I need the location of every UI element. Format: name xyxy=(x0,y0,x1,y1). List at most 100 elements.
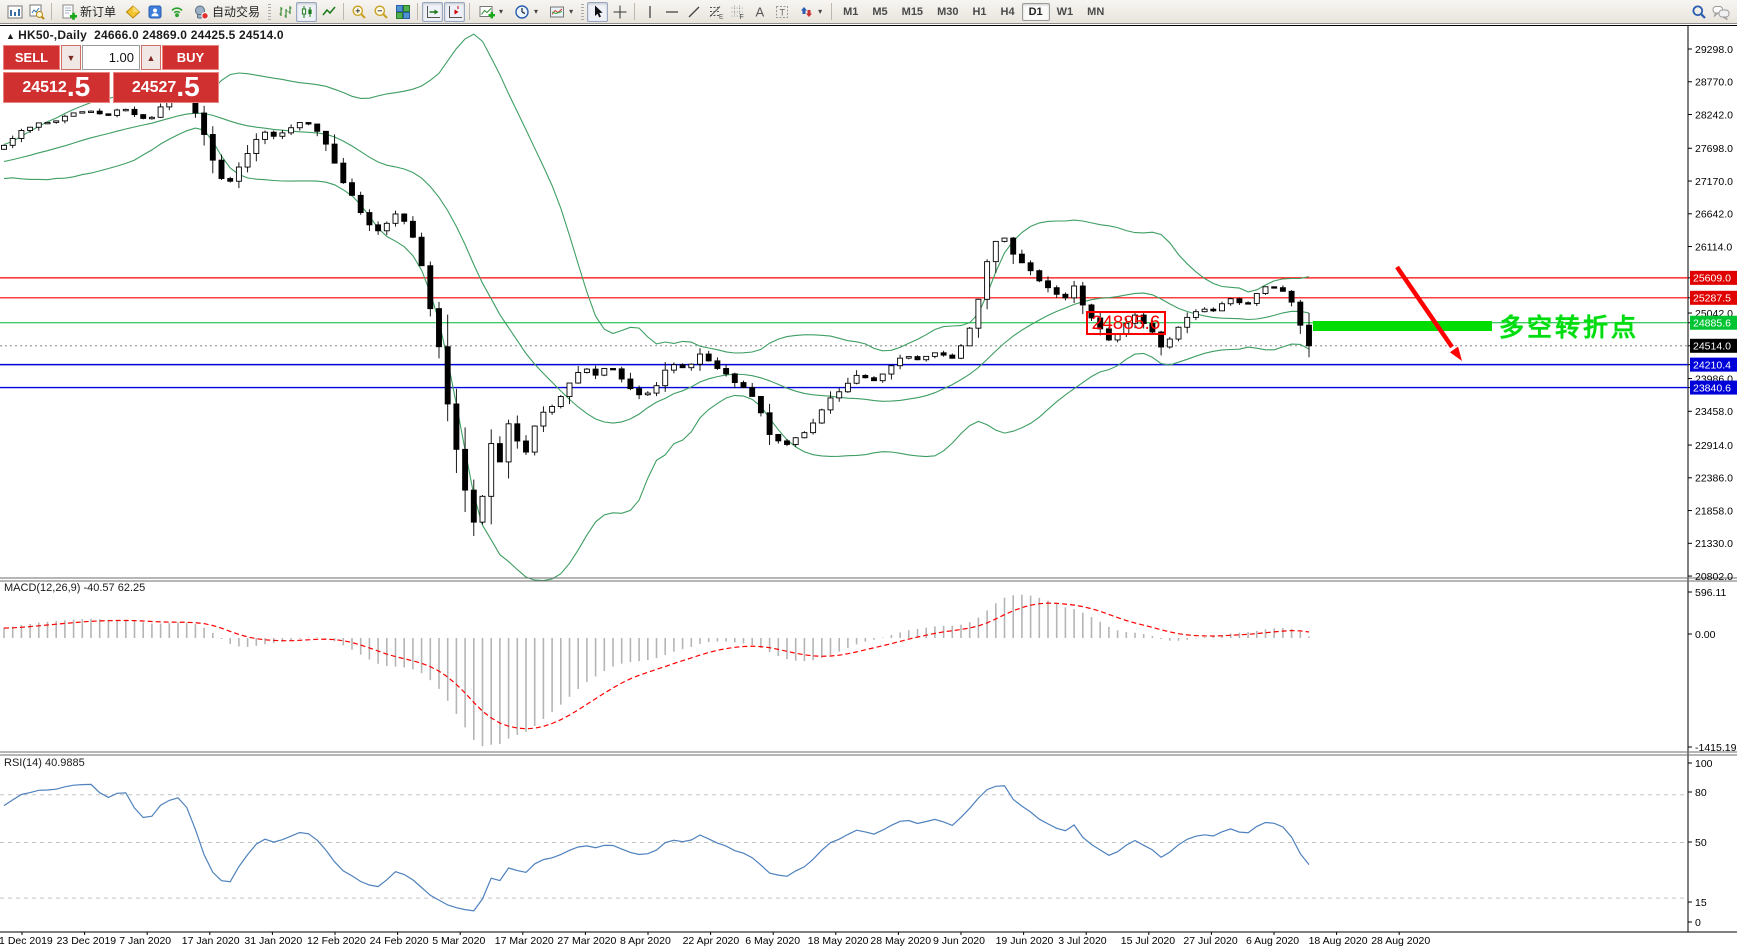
arrows-button[interactable]: ▾ xyxy=(793,2,827,22)
toolbar-separator xyxy=(634,3,636,20)
svg-text:0: 0 xyxy=(1695,917,1701,929)
line-chart-icon xyxy=(321,4,337,20)
toolbar-handle xyxy=(268,3,272,20)
autotrade-icon xyxy=(193,4,209,20)
market-button[interactable] xyxy=(144,2,165,22)
horizontal-line-button[interactable] xyxy=(661,2,682,22)
annotation-band[interactable] xyxy=(1313,321,1492,331)
svg-text:26114.0: 26114.0 xyxy=(1695,241,1732,253)
new-chart-button[interactable] xyxy=(4,2,25,22)
chart-shift-icon xyxy=(447,4,463,20)
svg-text:3 Jul 2020: 3 Jul 2020 xyxy=(1058,935,1107,947)
autotrade-button[interactable]: 自动交易 xyxy=(188,2,265,22)
indicators-icon xyxy=(479,4,496,20)
chart-frame xyxy=(0,25,1737,948)
chart-canvas[interactable]: 29298.0 28770.0 28242.0 27698.0 27170.0 26642… xyxy=(0,0,1737,948)
zoom-in-button[interactable] xyxy=(348,2,369,22)
toolbar-separator xyxy=(51,3,52,20)
indicators-button[interactable]: ▾ xyxy=(474,2,508,22)
sell-price-display[interactable]: 24512.5 xyxy=(3,72,110,103)
vertical-line-button[interactable] xyxy=(639,2,660,22)
svg-text:22914.0: 22914.0 xyxy=(1695,440,1733,452)
svg-text:24210.4: 24210.4 xyxy=(1693,359,1731,371)
auto-scroll-button[interactable] xyxy=(422,1,444,22)
zoom-in-icon xyxy=(351,4,367,20)
toolbar-handle xyxy=(581,3,585,20)
timeframe-button-m1[interactable]: M1 xyxy=(836,3,865,21)
chevron-down-icon: ▾ xyxy=(569,7,574,16)
fibonacci-button[interactable]: E xyxy=(705,2,726,22)
profiles-button[interactable] xyxy=(26,2,47,22)
toolbar: 新订单 自动交易 ▾ ▾ ▾ E F A T ▾ M1 M5 M15 M30 H1 H4 D… xyxy=(0,0,1737,24)
search-button[interactable] xyxy=(1688,2,1709,22)
svg-text:-1415.19: -1415.19 xyxy=(1695,742,1737,754)
svg-text:18 May 2020: 18 May 2020 xyxy=(808,935,869,947)
svg-text:5 Mar 2020: 5 Mar 2020 xyxy=(432,935,485,947)
chevron-down-icon: ▾ xyxy=(534,7,539,16)
chat-button[interactable] xyxy=(1710,2,1731,22)
svg-text:15 Jul 2020: 15 Jul 2020 xyxy=(1121,935,1175,947)
chat-icon xyxy=(1712,4,1730,20)
horizontal-line-icon xyxy=(664,4,680,20)
chart-shift-button[interactable] xyxy=(444,1,466,22)
svg-text:28242.0: 28242.0 xyxy=(1695,109,1733,121)
svg-text:12 Feb 2020: 12 Feb 2020 xyxy=(307,935,366,947)
green-band-annotation[interactable] xyxy=(1313,321,1492,331)
timeframe-button-mn[interactable]: MN xyxy=(1080,3,1111,21)
buy-price-main: 24527 xyxy=(131,79,177,96)
arrow-down-icon: ▼ xyxy=(66,52,76,63)
volume-decrease-button[interactable]: ▼ xyxy=(61,45,81,70)
periods-button[interactable]: ▾ xyxy=(509,2,543,22)
signals-icon xyxy=(169,4,185,20)
autotrade-label: 自动交易 xyxy=(212,5,261,19)
trendline-button[interactable] xyxy=(683,2,704,22)
text-icon: A xyxy=(752,4,768,20)
turning-point-annotation[interactable]: 多空转折点 xyxy=(1499,308,1639,344)
chevron-down-icon: ▾ xyxy=(818,7,823,16)
date-axis-labels: 11 Dec 2019 23 Dec 20197 Jan 2020 17 Jan 2… xyxy=(0,932,1430,947)
price-annotation-box[interactable]: 24885.6 xyxy=(1086,311,1166,335)
templates-icon xyxy=(549,4,565,20)
timeframe-button-h1[interactable]: H1 xyxy=(965,3,993,21)
cursor-button[interactable] xyxy=(587,1,609,22)
timeframe-button-m15[interactable]: M15 xyxy=(895,3,930,21)
timeframe-button-h4[interactable]: H4 xyxy=(994,3,1022,21)
sell-button[interactable]: SELL xyxy=(3,45,60,70)
svg-text:23 Dec 2019: 23 Dec 2019 xyxy=(57,935,117,947)
templates-button[interactable]: ▾ xyxy=(544,2,578,22)
bar-chart-button[interactable] xyxy=(274,2,295,22)
signals-button[interactable] xyxy=(166,2,187,22)
collapse-icon[interactable]: ▲ xyxy=(6,31,15,41)
buy-price-display[interactable]: 24527.5 xyxy=(112,72,219,103)
volume-input[interactable]: 1.00 xyxy=(82,45,140,70)
chevron-down-icon: ▾ xyxy=(499,7,504,16)
candlestick-button[interactable] xyxy=(296,1,318,22)
rsi-indicator-label: RSI(14) 40.9885 xyxy=(4,757,85,769)
timeframe-button-m30[interactable]: M30 xyxy=(930,3,965,21)
market-icon xyxy=(147,4,163,20)
one-click-trading-panel: SELL ▼ 1.00 ▲ BUY 24512.5 24527.5 xyxy=(3,45,219,103)
grid-button[interactable]: F xyxy=(727,2,748,22)
label-button[interactable]: T xyxy=(771,2,792,22)
trendline-icon xyxy=(686,4,702,20)
buy-button[interactable]: BUY xyxy=(162,45,219,70)
svg-text:T: T xyxy=(779,7,785,17)
zoom-out-button[interactable] xyxy=(370,2,391,22)
svg-text:26642.0: 26642.0 xyxy=(1695,209,1733,221)
timeframe-button-d1[interactable]: D1 xyxy=(1021,2,1050,21)
line-chart-button[interactable] xyxy=(318,2,339,22)
volume-increase-button[interactable]: ▲ xyxy=(141,45,161,70)
metaeditor-button[interactable] xyxy=(122,2,143,22)
new-order-button[interactable]: 新订单 xyxy=(56,2,121,22)
text-button[interactable]: A xyxy=(749,2,770,22)
svg-text:22 Apr 2020: 22 Apr 2020 xyxy=(683,935,740,947)
timeframe-button-w1[interactable]: W1 xyxy=(1050,3,1081,21)
svg-text:20802.0: 20802.0 xyxy=(1695,571,1733,583)
timeframe-button-m5[interactable]: M5 xyxy=(865,3,894,21)
svg-text:25287.5: 25287.5 xyxy=(1693,293,1731,305)
new-chart-icon xyxy=(7,4,23,20)
tile-windows-button[interactable] xyxy=(392,2,413,22)
crosshair-button[interactable] xyxy=(609,2,630,22)
symbol-period-label: HK50-,Daily xyxy=(18,28,88,42)
svg-text:28 Aug 2020: 28 Aug 2020 xyxy=(1371,935,1430,947)
